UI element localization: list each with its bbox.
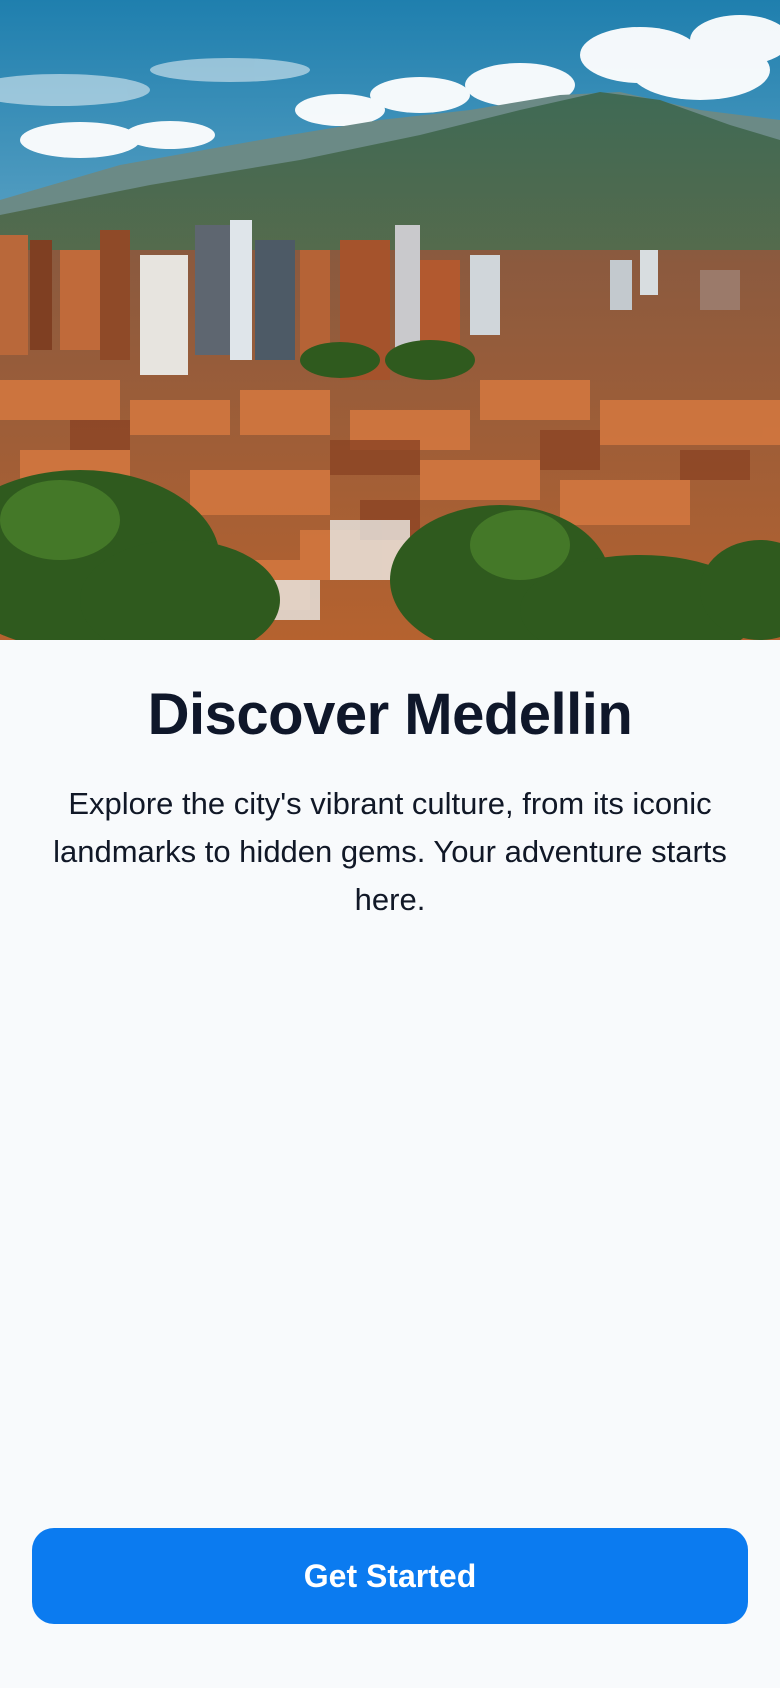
get-started-button[interactable]: Get Started xyxy=(32,1528,748,1624)
onboarding-screen: Discover Medellin Explore the city's vib… xyxy=(0,0,780,1688)
page-description: Explore the city's vibrant culture, from… xyxy=(53,785,727,917)
medellin-cityscape-image xyxy=(0,0,780,640)
page-title: Discover Medellin xyxy=(147,682,633,747)
onboarding-content: Discover Medellin Explore the city's vib… xyxy=(0,640,780,924)
hero-image xyxy=(0,0,780,640)
